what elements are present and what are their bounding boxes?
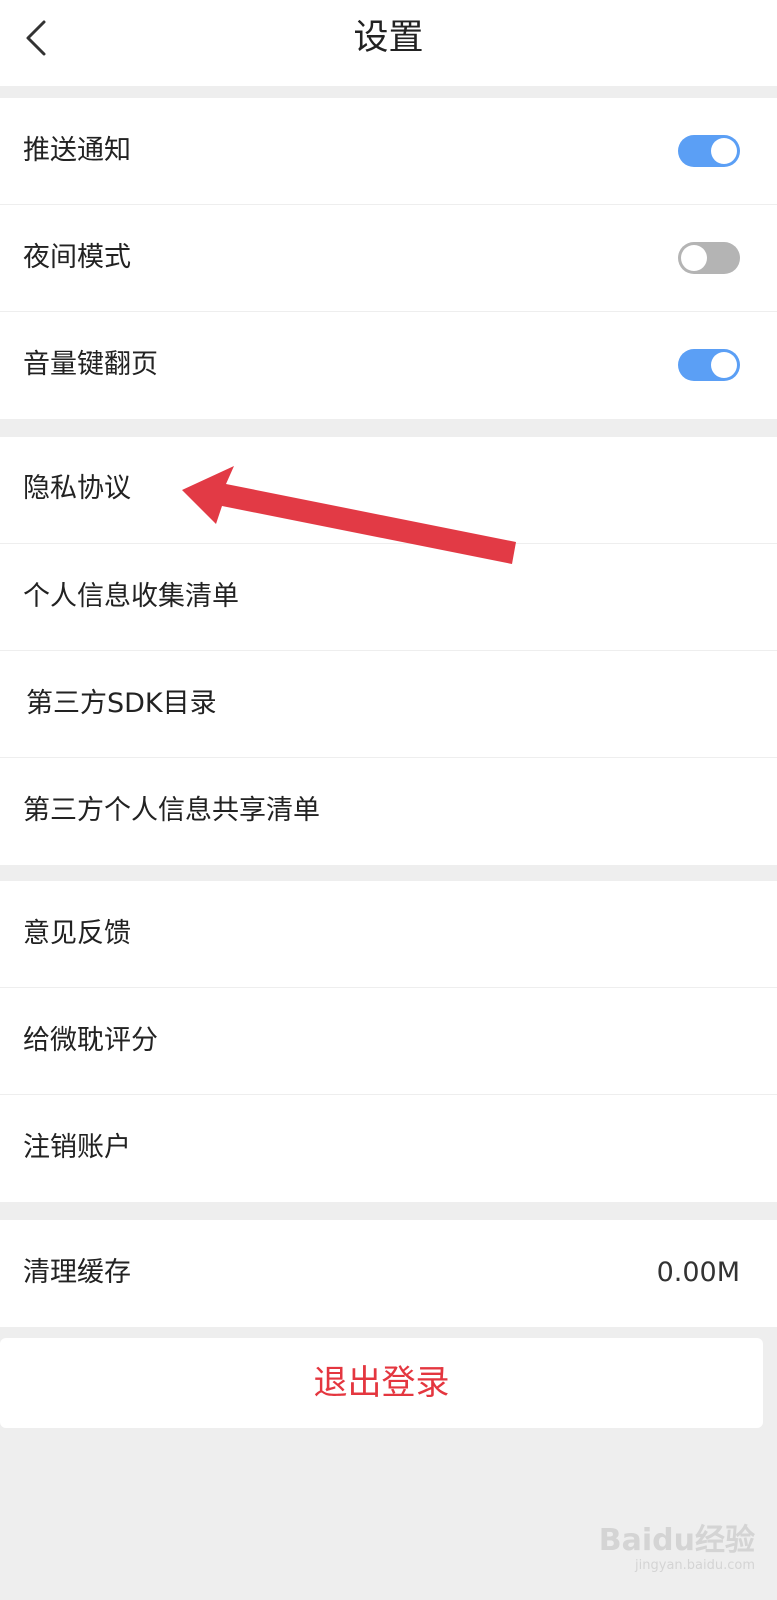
- night-mode-row: 夜间模式: [0, 205, 777, 312]
- toggle-knob: [681, 245, 707, 271]
- row-label: 夜间模式: [23, 242, 131, 273]
- privacy-policy-row[interactable]: 隐私协议: [0, 437, 777, 544]
- toggle-knob: [711, 138, 737, 164]
- settings-group-feedback: 意见反馈 给微耽评分 注销账户: [0, 881, 777, 1202]
- cache-size-value: 0.00M: [656, 1257, 740, 1288]
- push-notification-toggle[interactable]: [678, 135, 740, 167]
- row-label: 第三方个人信息共享清单: [23, 795, 320, 826]
- feedback-row[interactable]: 意见反馈: [0, 881, 777, 988]
- volume-key-page-turn-toggle[interactable]: [678, 349, 740, 381]
- row-label: 第三方SDK目录: [26, 688, 217, 719]
- row-label: 个人信息收集清单: [23, 581, 239, 612]
- header-bar: 设置: [0, 0, 777, 86]
- settings-group-cache: 清理缓存 0.00M: [0, 1220, 777, 1327]
- third-party-sdk-list-row[interactable]: 第三方SDK目录: [0, 651, 777, 758]
- settings-group-toggles: 推送通知 夜间模式 音量键翻页: [0, 98, 777, 419]
- third-party-info-sharing-list-row[interactable]: 第三方个人信息共享清单: [0, 758, 777, 865]
- toggle-knob: [711, 352, 737, 378]
- settings-group-privacy: 隐私协议 个人信息收集清单 第三方SDK目录 第三方个人信息共享清单: [0, 437, 777, 865]
- volume-key-page-turn-row: 音量键翻页: [0, 312, 777, 419]
- row-label: 推送通知: [23, 135, 131, 166]
- night-mode-toggle[interactable]: [678, 242, 740, 274]
- row-label: 意见反馈: [23, 918, 131, 949]
- watermark-url: jingyan.baidu.com: [635, 1558, 755, 1573]
- row-label: 给微耽评分: [23, 1025, 158, 1056]
- watermark-logo-text: Baidu经验: [598, 1523, 755, 1558]
- logout-button[interactable]: 退出登录: [0, 1338, 763, 1428]
- row-label: 隐私协议: [23, 473, 131, 504]
- clear-cache-row[interactable]: 清理缓存 0.00M: [0, 1220, 777, 1327]
- delete-account-row[interactable]: 注销账户: [0, 1095, 777, 1202]
- personal-info-collection-list-row[interactable]: 个人信息收集清单: [0, 544, 777, 651]
- row-label: 注销账户: [23, 1132, 131, 1163]
- baidu-jingyan-watermark: Baidu经验 jingyan.baidu.com: [599, 1524, 755, 1574]
- row-label: 清理缓存: [23, 1257, 131, 1288]
- page-title: 设置: [353, 18, 424, 58]
- row-label: 音量键翻页: [23, 349, 158, 380]
- push-notification-row: 推送通知: [0, 98, 777, 205]
- rate-app-row[interactable]: 给微耽评分: [0, 988, 777, 1095]
